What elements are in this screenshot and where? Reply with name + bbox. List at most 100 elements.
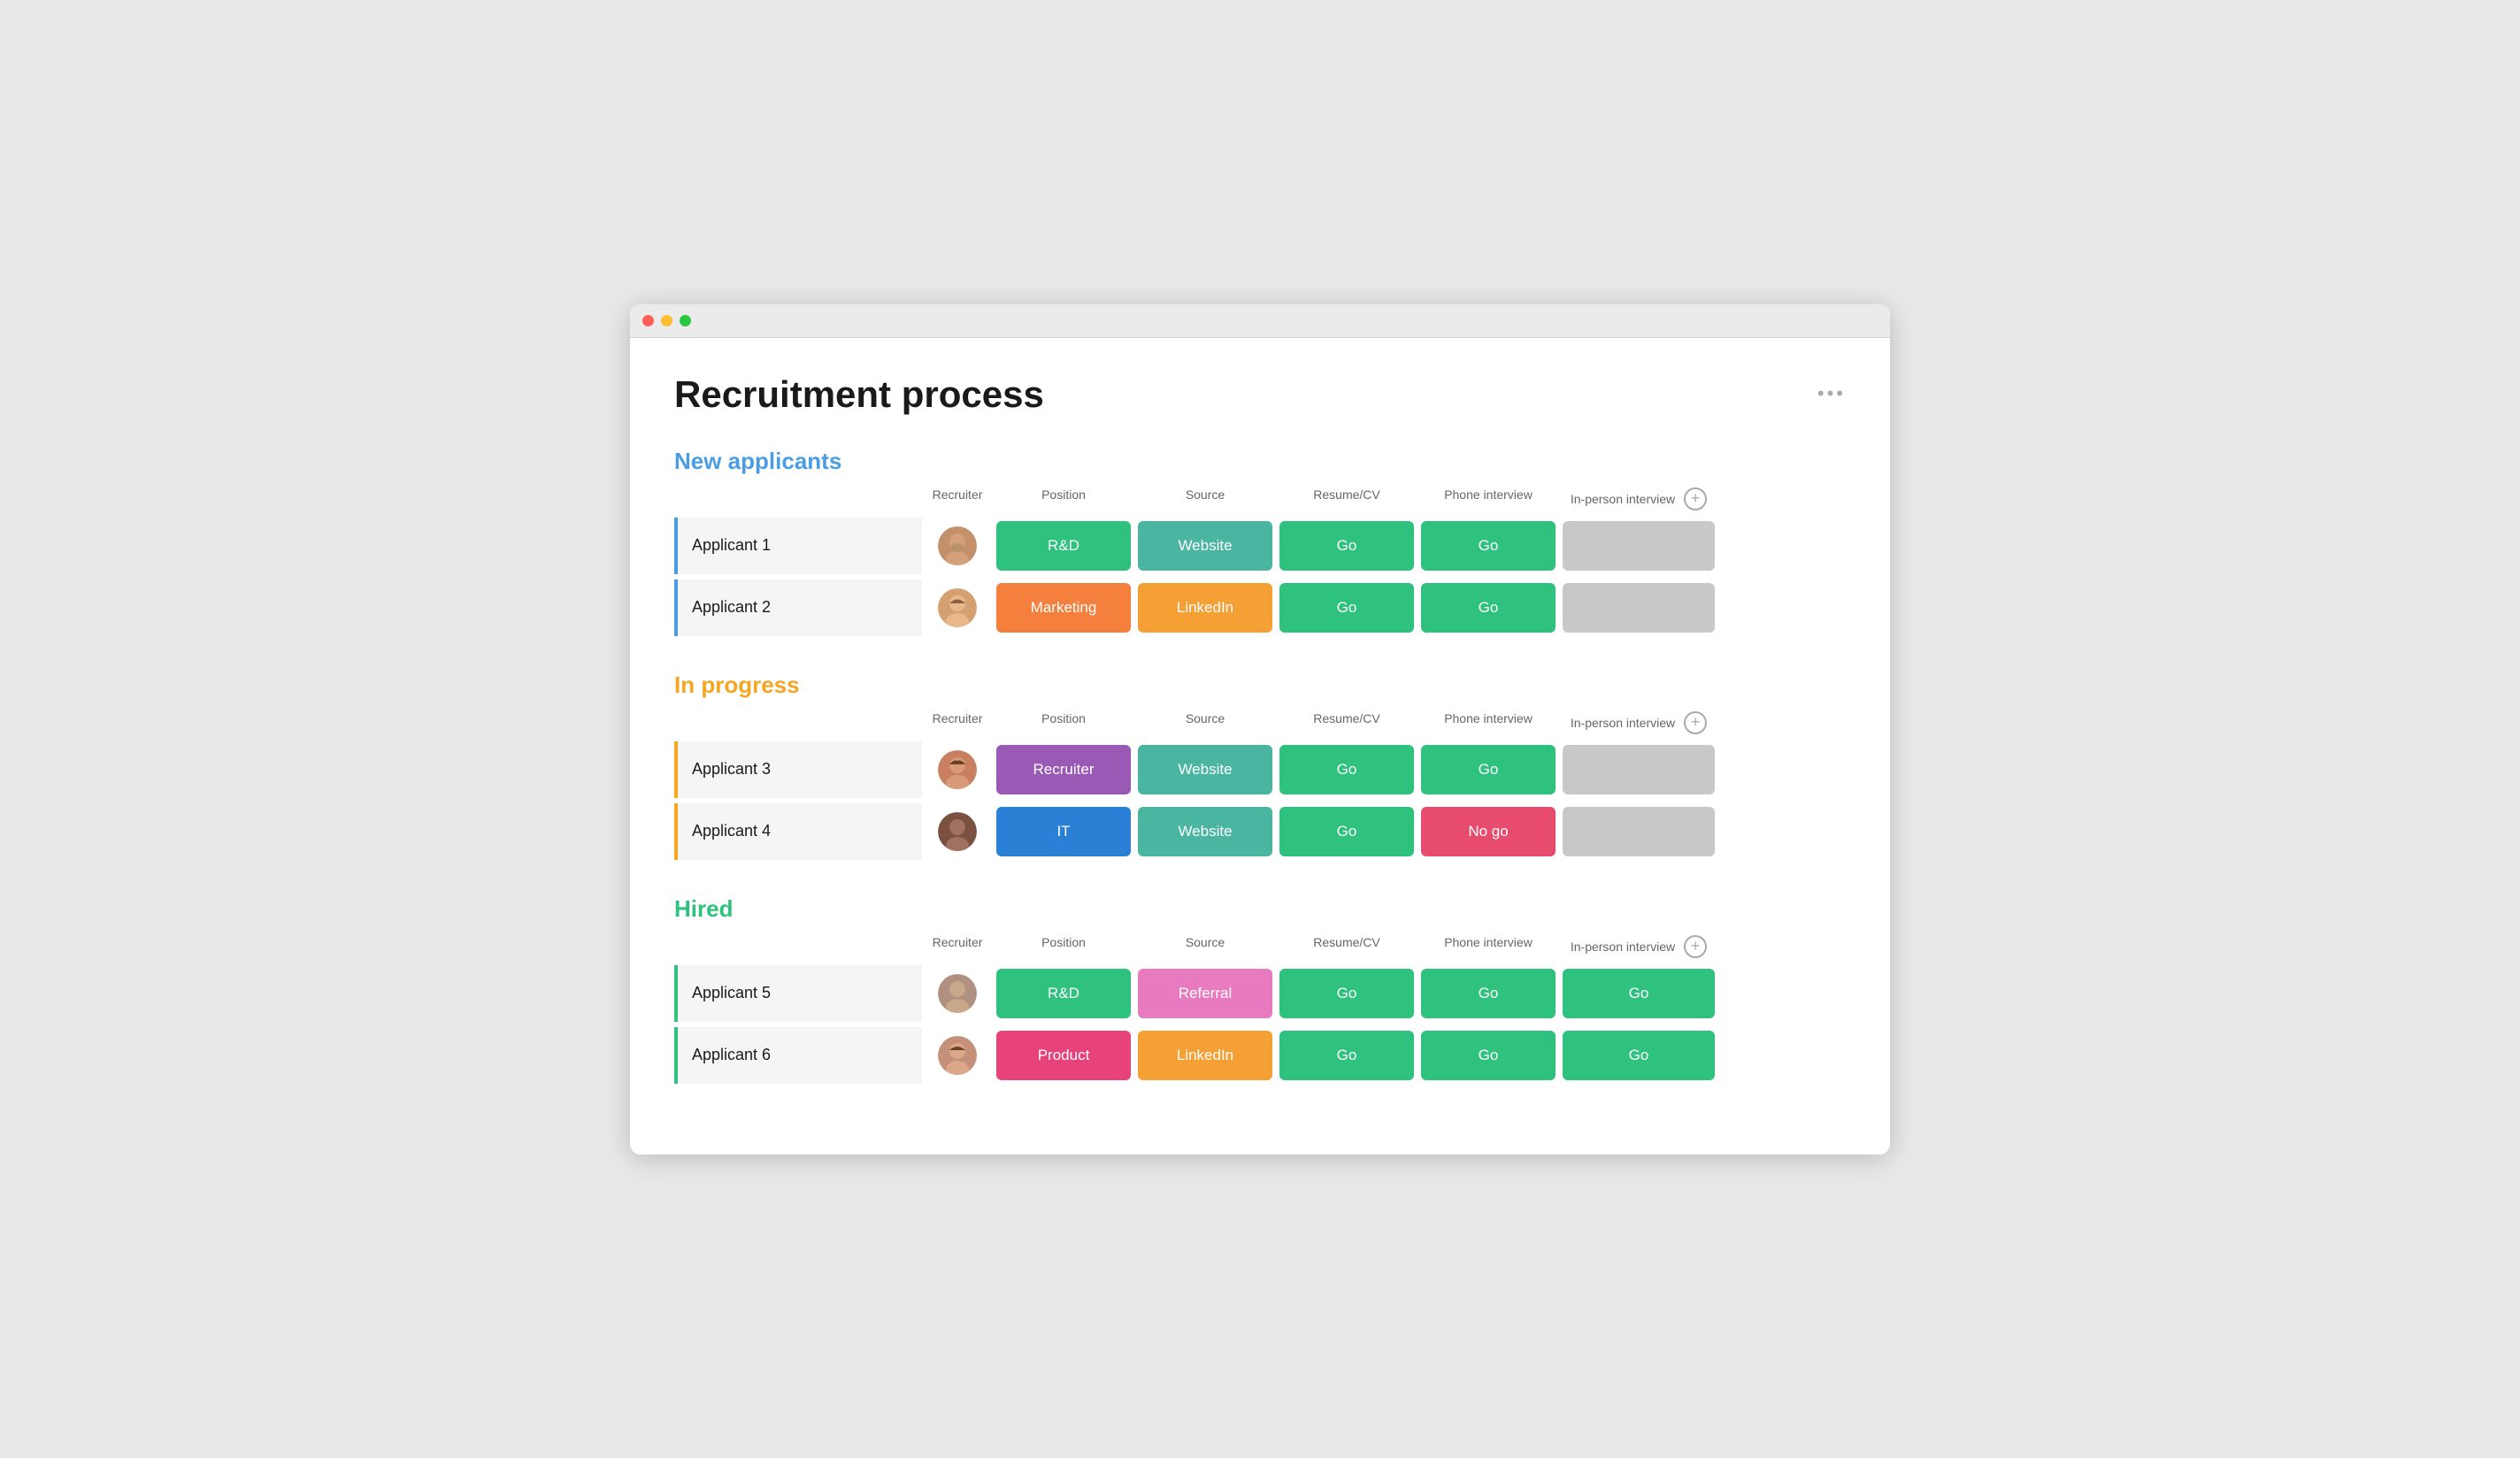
phone-badge[interactable]: No go [1421, 807, 1556, 856]
header-source: Source [1134, 935, 1276, 958]
section-title-hired: Hired [674, 895, 1846, 923]
position-badge-cell: Marketing [993, 583, 1134, 633]
more-options-button[interactable]: ••• [1817, 382, 1846, 405]
inperson-label: In-person interview [1571, 940, 1675, 954]
applicant-name-cell[interactable]: Applicant 4 [674, 803, 922, 860]
source-badge-cell: Website [1134, 807, 1276, 856]
resume-badge-cell: Go [1276, 521, 1418, 571]
position-badge[interactable]: Marketing [996, 583, 1131, 633]
resume-badge-cell: Go [1276, 583, 1418, 633]
table-row: Applicant 4 ITWebsiteGoNo go [674, 803, 1846, 860]
inperson-badge[interactable] [1563, 583, 1715, 633]
applicant-name-cell[interactable]: Applicant 3 [674, 741, 922, 798]
position-badge-cell: Recruiter [993, 745, 1134, 794]
header-recruiter: Recruiter [922, 935, 993, 958]
applicant-name-cell[interactable]: Applicant 6 [674, 1027, 922, 1084]
header-resume: Resume/CV [1276, 935, 1418, 958]
resume-badge[interactable]: Go [1279, 521, 1414, 571]
source-badge-cell: LinkedIn [1134, 583, 1276, 633]
header-position: Position [993, 711, 1134, 734]
source-badge[interactable]: LinkedIn [1138, 1031, 1272, 1080]
minimize-button[interactable] [661, 315, 672, 326]
resume-badge[interactable]: Go [1279, 969, 1414, 1018]
applicant-name-cell[interactable]: Applicant 1 [674, 518, 922, 574]
avatar [938, 974, 977, 1013]
table-header-new-applicants: RecruiterPositionSourceResume/CVPhone in… [674, 487, 1846, 518]
sections-container: New applicantsRecruiterPositionSourceRes… [674, 448, 1846, 1084]
section-title-in-progress: In progress [674, 671, 1846, 699]
recruiter-avatar-cell [922, 1027, 993, 1084]
recruiter-avatar-cell [922, 803, 993, 860]
phone-badge-cell: Go [1418, 969, 1559, 1018]
header-recruiter: Recruiter [922, 487, 993, 510]
inperson-badge-cell [1559, 745, 1718, 794]
section-title-new-applicants: New applicants [674, 448, 1846, 475]
position-badge[interactable]: Recruiter [996, 745, 1131, 794]
table-row: Applicant 1 R&DWebsiteGoGo [674, 518, 1846, 574]
position-badge-cell: Product [993, 1031, 1134, 1080]
header-resume: Resume/CV [1276, 487, 1418, 510]
inperson-label: In-person interview [1571, 716, 1675, 730]
applicant-name-cell[interactable]: Applicant 2 [674, 579, 922, 636]
position-badge[interactable]: R&D [996, 969, 1131, 1018]
source-badge[interactable]: Website [1138, 521, 1272, 571]
phone-badge[interactable]: Go [1421, 583, 1556, 633]
resume-badge[interactable]: Go [1279, 807, 1414, 856]
resume-badge[interactable]: Go [1279, 583, 1414, 633]
resume-badge-cell: Go [1276, 1031, 1418, 1080]
header-recruiter: Recruiter [922, 711, 993, 734]
source-badge-cell: Referral [1134, 969, 1276, 1018]
add-column-button[interactable]: + [1684, 711, 1707, 734]
source-badge-cell: Website [1134, 745, 1276, 794]
section-new-applicants: New applicants RecruiterPositionSourceRes… [674, 448, 1846, 636]
titlebar [630, 304, 1890, 338]
header-position: Position [993, 935, 1134, 958]
inperson-badge-cell [1559, 583, 1718, 633]
header-phone: Phone interview [1418, 711, 1559, 734]
header-inperson-hired: In-person interview + [1559, 935, 1718, 958]
inperson-badge-cell [1559, 521, 1718, 571]
phone-badge[interactable]: Go [1421, 969, 1556, 1018]
main-content: Recruitment process ••• New applicants Re… [630, 338, 1890, 1155]
add-column-button[interactable]: + [1684, 487, 1707, 510]
close-button[interactable] [642, 315, 654, 326]
phone-badge[interactable]: Go [1421, 745, 1556, 794]
avatar [938, 526, 977, 565]
phone-badge-cell: Go [1418, 583, 1559, 633]
inperson-badge[interactable] [1563, 807, 1715, 856]
source-badge[interactable]: Referral [1138, 969, 1272, 1018]
avatar [938, 588, 977, 627]
position-badge-cell: R&D [993, 969, 1134, 1018]
add-column-button[interactable]: + [1684, 935, 1707, 958]
page-title: Recruitment process [674, 373, 1044, 416]
position-badge[interactable]: IT [996, 807, 1131, 856]
inperson-badge[interactable]: Go [1563, 969, 1715, 1018]
section-hired: Hired RecruiterPositionSourceResume/CVPho… [674, 895, 1846, 1084]
position-badge[interactable]: Product [996, 1031, 1131, 1080]
avatar [938, 750, 977, 789]
position-badge[interactable]: R&D [996, 521, 1131, 571]
recruiter-avatar-cell [922, 518, 993, 574]
inperson-badge[interactable] [1563, 521, 1715, 571]
phone-badge-cell: Go [1418, 1031, 1559, 1080]
table-header-hired: RecruiterPositionSourceResume/CVPhone in… [674, 935, 1846, 965]
source-badge[interactable]: Website [1138, 807, 1272, 856]
resume-badge[interactable]: Go [1279, 1031, 1414, 1080]
recruiter-avatar-cell [922, 965, 993, 1022]
inperson-badge-cell: Go [1559, 1031, 1718, 1080]
source-badge[interactable]: LinkedIn [1138, 583, 1272, 633]
inperson-badge-cell [1559, 807, 1718, 856]
applicant-name-cell[interactable]: Applicant 5 [674, 965, 922, 1022]
resume-badge[interactable]: Go [1279, 745, 1414, 794]
page-header: Recruitment process ••• [674, 373, 1846, 416]
recruiter-avatar-cell [922, 741, 993, 798]
source-badge[interactable]: Website [1138, 745, 1272, 794]
phone-badge[interactable]: Go [1421, 521, 1556, 571]
position-badge-cell: R&D [993, 521, 1134, 571]
header-source: Source [1134, 711, 1276, 734]
inperson-badge[interactable] [1563, 745, 1715, 794]
header-phone: Phone interview [1418, 487, 1559, 510]
maximize-button[interactable] [680, 315, 691, 326]
phone-badge[interactable]: Go [1421, 1031, 1556, 1080]
inperson-badge[interactable]: Go [1563, 1031, 1715, 1080]
